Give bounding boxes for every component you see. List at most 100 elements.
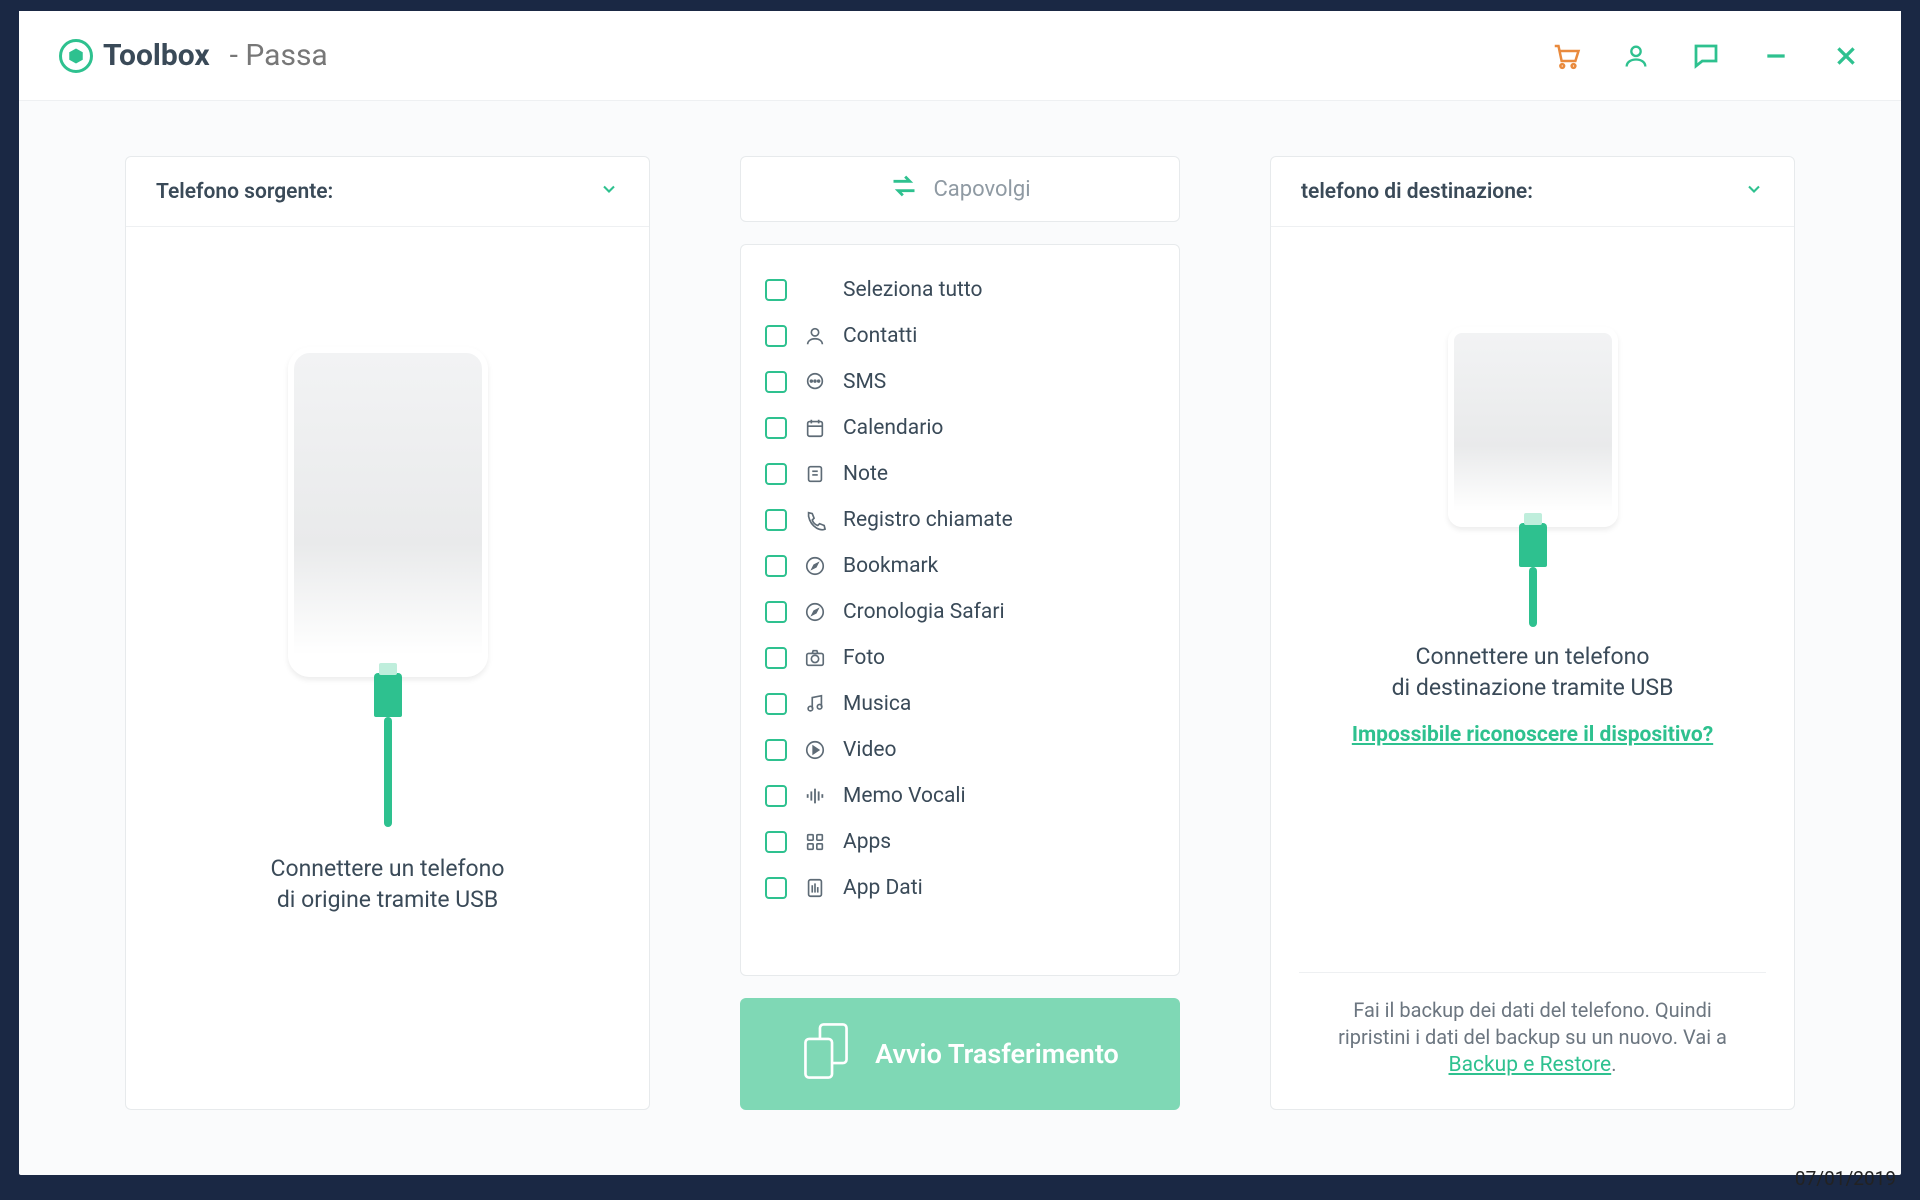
start-transfer-button[interactable]: Avvio Trasferimento (740, 998, 1180, 1110)
brand-logo-icon (59, 39, 93, 73)
checkbox-calendar[interactable] (765, 417, 787, 439)
usb-plug-icon (374, 673, 402, 717)
phone-placeholder-icon (288, 347, 488, 677)
note-icon (803, 462, 827, 486)
destination-title: telefono di destinazione: (1301, 180, 1533, 204)
checkbox-voice[interactable] (765, 785, 787, 807)
checkbox-photos[interactable] (765, 647, 787, 669)
usb-cable-icon (384, 717, 392, 827)
option-row-apps: Apps (759, 819, 1161, 865)
option-label-safari: Cronologia Safari (843, 600, 1005, 624)
divider (1299, 972, 1766, 973)
option-row-music: Musica (759, 681, 1161, 727)
backup-restore-link[interactable]: Backup e Restore (1449, 1053, 1612, 1077)
brand: Toolbox - Passa (59, 38, 328, 73)
taskbar-date: 07/01/2019 (1795, 1167, 1896, 1190)
option-row-sms: SMS (759, 359, 1161, 405)
checkbox-apps[interactable] (765, 831, 787, 853)
option-row-voice: Memo Vocali (759, 773, 1161, 819)
destination-panel: telefono di destinazione: Connettere un … (1270, 156, 1795, 1110)
start-transfer-label: Avvio Trasferimento (875, 1038, 1119, 1070)
phone-placeholder-icon (1448, 327, 1618, 527)
chevron-down-icon (1744, 179, 1764, 205)
source-panel: Telefono sorgente: Connettere un telefon… (125, 156, 650, 1110)
option-label-appdata: App Dati (843, 876, 923, 900)
play-icon (803, 738, 827, 762)
option-row-photos: Foto (759, 635, 1161, 681)
phone-icon (803, 508, 827, 532)
appdata-icon (803, 876, 827, 900)
chat-icon (803, 370, 827, 394)
cart-icon[interactable] (1551, 41, 1581, 71)
checkbox-calllog[interactable] (765, 509, 787, 531)
option-row-contacts: Contatti (759, 313, 1161, 359)
source-connect-text: Connettere un telefono di origine tramit… (271, 853, 505, 915)
feedback-icon[interactable] (1691, 41, 1721, 71)
chevron-down-icon (599, 179, 619, 205)
option-label-contacts: Contatti (843, 324, 917, 348)
checkbox-bookmark[interactable] (765, 555, 787, 577)
option-row-notes: Note (759, 451, 1161, 497)
option-row-safari: Cronologia Safari (759, 589, 1161, 635)
camera-icon (803, 646, 827, 670)
option-label-apps: Apps (843, 830, 891, 854)
option-label-sms: SMS (843, 370, 886, 394)
calendar-icon (803, 416, 827, 440)
content-area: Telefono sorgente: Connettere un telefon… (19, 101, 1901, 1175)
checkbox-appdata[interactable] (765, 877, 787, 899)
blank-icon (803, 278, 827, 302)
checkbox-sms[interactable] (765, 371, 787, 393)
compass-icon (803, 554, 827, 578)
waveform-icon (803, 784, 827, 808)
option-label-bookmark: Bookmark (843, 554, 938, 578)
select-all-row: Seleziona tutto (759, 267, 1161, 313)
usb-plug-icon (1519, 523, 1547, 567)
option-label-music: Musica (843, 692, 911, 716)
option-row-calendar: Calendario (759, 405, 1161, 451)
option-label-voice: Memo Vocali (843, 784, 966, 808)
option-label-notes: Note (843, 462, 888, 486)
checkbox-contacts[interactable] (765, 325, 787, 347)
option-row-appdata: App Dati (759, 865, 1161, 911)
account-icon[interactable] (1621, 41, 1651, 71)
usb-cable-icon (1529, 567, 1537, 627)
option-label-calendar: Calendario (843, 416, 943, 440)
source-title: Telefono sorgente: (156, 180, 333, 204)
flip-label: Capovolgi (933, 177, 1030, 202)
titlebar: Toolbox - Passa (19, 11, 1901, 101)
checkbox-music[interactable] (765, 693, 787, 715)
titlebar-actions (1551, 41, 1861, 71)
backup-hint: Fai il backup dei dati del telefono. Qui… (1271, 997, 1794, 1109)
music-icon (803, 692, 827, 716)
flip-button[interactable]: Capovolgi (740, 156, 1180, 222)
destination-extra: Impossibile riconoscere il dispositivo? (1324, 723, 1741, 747)
apps-icon (803, 830, 827, 854)
destination-connect-text: Connettere un telefono di destinazione t… (1392, 641, 1674, 703)
app-window: Toolbox - Passa Telefono so (19, 11, 1901, 1175)
checkbox-safari[interactable] (765, 601, 787, 623)
compass-icon (803, 600, 827, 624)
option-row-video: Video (759, 727, 1161, 773)
middle-column: Capovolgi Seleziona tutto Contatti SMS Cal… (740, 156, 1180, 1110)
checkbox-notes[interactable] (765, 463, 787, 485)
destination-panel-header[interactable]: telefono di destinazione: (1271, 157, 1794, 227)
source-panel-header[interactable]: Telefono sorgente: (126, 157, 649, 227)
option-row-calllog: Registro chiamate (759, 497, 1161, 543)
options-panel: Seleziona tutto Contatti SMS Calendario Not… (740, 244, 1180, 976)
option-label-video: Video (843, 738, 896, 762)
person-icon (803, 324, 827, 348)
option-label-calllog: Registro chiamate (843, 508, 1013, 532)
option-row-bookmark: Bookmark (759, 543, 1161, 589)
module-name: - Passa (230, 38, 328, 73)
minimize-icon[interactable] (1761, 41, 1791, 71)
taskbar: 07/01/2019 (1771, 1156, 1920, 1200)
checkbox-video[interactable] (765, 739, 787, 761)
destination-phone-area: Connettere un telefono di destinazione t… (1271, 227, 1794, 936)
transfer-icon (801, 1022, 851, 1087)
option-label-photos: Foto (843, 646, 885, 670)
select-all-checkbox[interactable] (765, 279, 787, 301)
close-icon[interactable] (1831, 41, 1861, 71)
unrecognized-device-link[interactable]: Impossibile riconoscere il dispositivo? (1352, 723, 1713, 747)
brand-name: Toolbox (103, 38, 210, 73)
select-all-label: Seleziona tutto (843, 278, 983, 302)
